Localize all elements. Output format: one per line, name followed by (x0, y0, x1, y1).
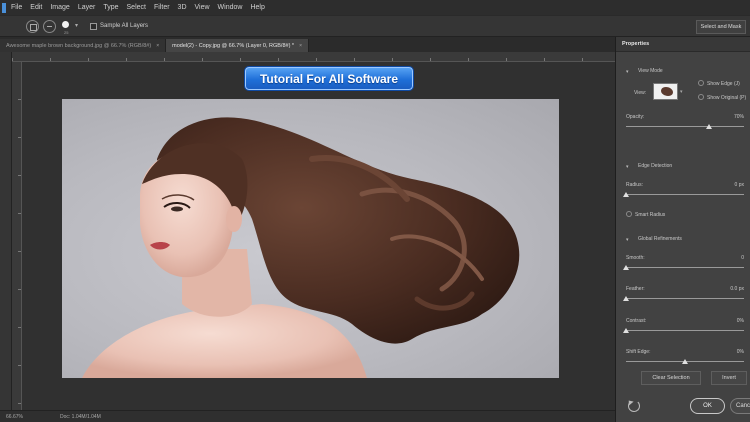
brush-size-value: 25 (64, 30, 69, 35)
ok-button[interactable]: OK (690, 398, 725, 414)
view-mode-label: View Mode (638, 68, 663, 74)
opacity-slider-handle[interactable] (705, 124, 712, 129)
global-refinements-heading: Global Refinements (638, 236, 682, 242)
shift-edge-label: Shift Edge: (626, 349, 651, 355)
chevron-down-icon[interactable]: ▾ (626, 69, 629, 75)
status-bar: 66.67% Doc: 1.04M/1.04M (0, 410, 615, 422)
smooth-slider-track[interactable] (626, 267, 744, 268)
chevron-down-icon[interactable]: ▾ (680, 89, 683, 95)
vertical-ruler (12, 62, 22, 410)
edge-detection-heading: Edge Detection (638, 163, 673, 169)
photoshop-logo-icon (2, 2, 6, 13)
reset-icon[interactable] (628, 400, 640, 412)
tab-label: Awesome maple brown background.jpg @ 66.… (6, 42, 152, 49)
show-original-label: Show Original (P) (707, 95, 747, 101)
feather-slider-track[interactable] (626, 298, 744, 299)
menu-type[interactable]: Type (103, 4, 118, 11)
subtract-from-selection-icon[interactable] (43, 20, 56, 33)
close-icon[interactable]: × (156, 43, 159, 49)
menu-filter[interactable]: Filter (154, 4, 170, 11)
chevron-down-icon[interactable]: ▾ (626, 164, 629, 170)
cancel-button[interactable]: Cancel (730, 398, 750, 414)
menu-select[interactable]: Select (127, 4, 146, 11)
radius-slider-track[interactable] (626, 194, 744, 195)
menu-image[interactable]: Image (50, 4, 69, 11)
document-canvas[interactable] (62, 99, 559, 378)
shift-edge-slider-handle[interactable] (682, 359, 688, 364)
opacity-label: Opacity: (626, 114, 645, 120)
properties-panel-header: Properties (616, 37, 750, 52)
radius-value[interactable]: 0 px (714, 182, 744, 188)
tab-model-copy[interactable]: model(2) - Copy.jpg @ 66.7% (Layer 0, RG… (166, 39, 309, 52)
watermark-text: Tutorial For All Software (259, 71, 398, 86)
show-edge-checkbox[interactable] (698, 80, 704, 86)
smooth-slider-handle[interactable] (623, 265, 629, 270)
menu-layer[interactable]: Layer (78, 4, 96, 11)
properties-panel: Properties ▾ View Mode View: ▾ Show Edge… (615, 37, 750, 422)
smooth-label: Smooth: (626, 255, 645, 261)
clear-selection-button[interactable]: Clear Selection (641, 371, 701, 385)
menu-bar: File Edit Image Layer Type Select Filter… (0, 0, 750, 15)
smart-radius-checkbox[interactable] (626, 211, 632, 217)
tab-label: model(2) - Copy.jpg @ 66.7% (Layer 0, RG… (172, 42, 295, 49)
contrast-slider-track[interactable] (626, 330, 744, 331)
add-to-selection-icon[interactable] (26, 20, 39, 33)
contrast-slider-handle[interactable] (623, 328, 629, 333)
options-bar: 25 ▾ Sample All Layers Select and Mask (0, 15, 750, 37)
radius-slider-handle[interactable] (623, 192, 629, 197)
show-original-checkbox[interactable] (698, 94, 704, 100)
view-mode-thumbnail[interactable] (653, 83, 678, 100)
invert-button[interactable]: Invert (711, 371, 747, 385)
contrast-value[interactable]: 0% (714, 318, 744, 324)
feather-label: Feather: (626, 286, 645, 292)
properties-title: Properties (622, 41, 650, 47)
contrast-label: Contrast: (626, 318, 647, 324)
brush-preset-icon[interactable] (62, 21, 69, 28)
portrait-photo (82, 117, 520, 378)
feather-value[interactable]: 0.0 px (714, 286, 744, 292)
close-icon[interactable]: × (299, 43, 302, 49)
menu-3d[interactable]: 3D (178, 4, 187, 11)
sample-all-layers-checkbox[interactable] (90, 23, 97, 30)
menu-file[interactable]: File (11, 4, 22, 11)
select-and-mask-button[interactable]: Select and Mask (696, 20, 746, 34)
horizontal-ruler (12, 52, 615, 62)
zoom-level[interactable]: 66.67% (6, 414, 23, 420)
radius-label: Radius: (626, 182, 643, 188)
menu-help[interactable]: Help (250, 4, 264, 11)
tutorial-watermark-banner: Tutorial For All Software (244, 66, 414, 91)
tools-panel[interactable] (0, 52, 12, 410)
smooth-value[interactable]: 0 (714, 255, 744, 261)
opacity-slider-track[interactable] (626, 126, 744, 127)
show-edge-label: Show Edge (J) (707, 81, 740, 87)
smart-radius-label: Smart Radius (635, 212, 666, 218)
sample-all-layers-label: Sample All Layers (100, 23, 149, 29)
tab-maple-background[interactable]: Awesome maple brown background.jpg @ 66.… (0, 39, 167, 52)
chevron-down-icon[interactable]: ▾ (75, 22, 78, 29)
feather-slider-handle[interactable] (623, 296, 629, 301)
menu-window[interactable]: Window (218, 4, 243, 11)
document-info: Doc: 1.04M/1.04M (60, 414, 101, 420)
menu-edit[interactable]: Edit (30, 4, 42, 11)
view-label: View: (634, 90, 647, 96)
menu-view[interactable]: View (195, 4, 210, 11)
opacity-value[interactable]: 70% (714, 114, 744, 120)
canvas-workspace[interactable] (22, 62, 615, 410)
chevron-down-icon[interactable]: ▾ (626, 237, 629, 243)
document-tab-bar: Awesome maple brown background.jpg @ 66.… (0, 37, 615, 52)
shift-edge-value[interactable]: 0% (714, 349, 744, 355)
